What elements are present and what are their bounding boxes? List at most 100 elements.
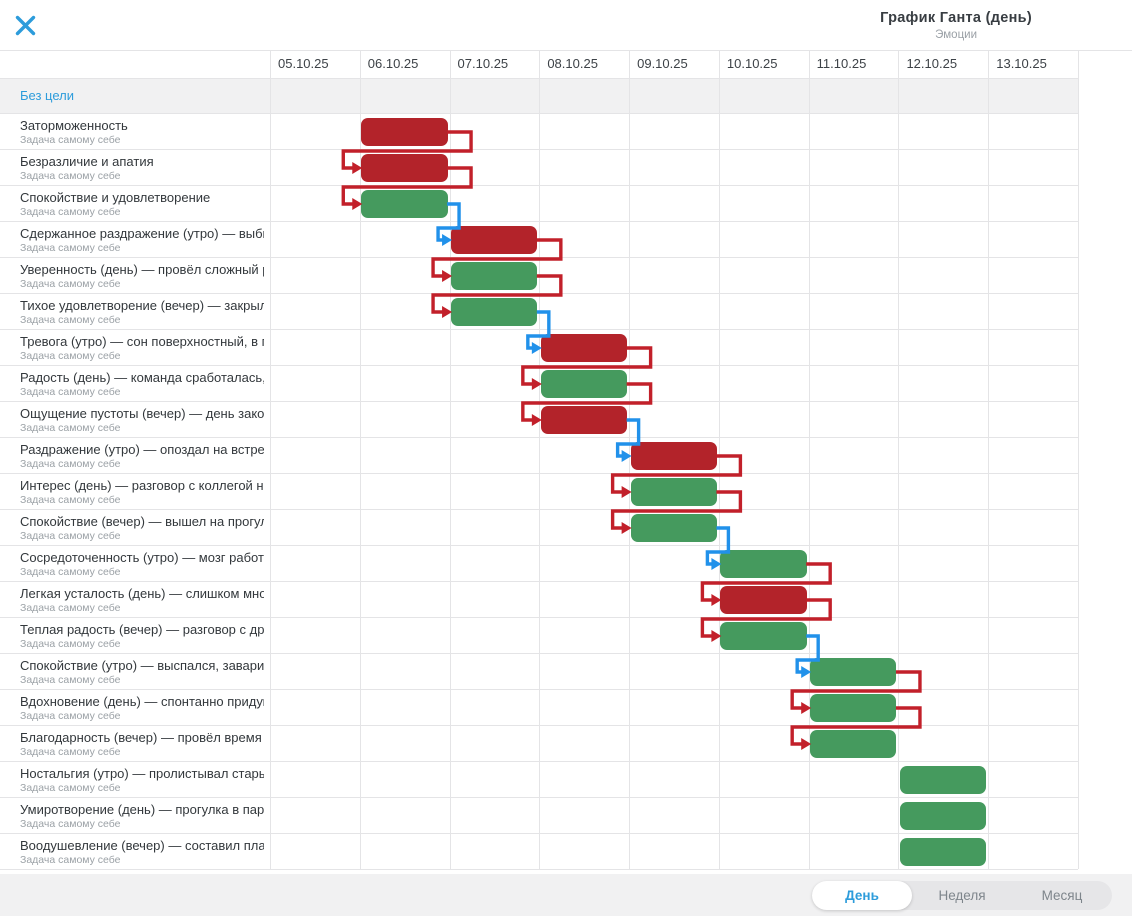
grid-row-line — [0, 78, 1078, 79]
gantt-bar[interactable] — [541, 334, 627, 362]
grid-column-line — [898, 50, 899, 869]
view-tab-day[interactable]: День — [812, 881, 912, 910]
gantt-bar[interactable] — [810, 658, 896, 686]
close-button[interactable] — [13, 13, 38, 38]
grid-row-line — [0, 221, 1078, 222]
grid-row-line — [0, 869, 1078, 870]
gantt-app: Без цели График Ганта (день) Эмоции День… — [0, 0, 1132, 916]
task-subtitle: Задача самому себе — [20, 710, 121, 722]
task-subtitle: Задача самому себе — [20, 602, 121, 614]
task-title: Безразличие и апатия — [20, 154, 154, 169]
gantt-bar[interactable] — [361, 154, 447, 182]
task-title: Тревога (утро) — сон поверхностный, в го… — [20, 334, 264, 349]
title-block: График Ганта (день) Эмоции — [880, 10, 1032, 41]
gantt-bar[interactable] — [631, 478, 717, 506]
date-column-header: 13.10.25 — [996, 50, 1047, 78]
task-subtitle: Задача самому себе — [20, 638, 121, 650]
task-title: Воодушевление (вечер) — составил план на… — [20, 838, 264, 853]
task-subtitle: Задача самому себе — [20, 314, 121, 326]
task-title: Спокойствие и удовлетворение — [20, 190, 210, 205]
gantt-bar[interactable] — [631, 442, 717, 470]
grid-row-line — [0, 581, 1078, 582]
task-title: Сдержанное раздражение (утро) — выбило .… — [20, 226, 264, 241]
grid-row-line — [0, 185, 1078, 186]
task-title: Сосредоточенность (утро) — мозг работает… — [20, 550, 264, 565]
page-subtitle: Эмоции — [880, 29, 1032, 41]
gantt-bar[interactable] — [810, 730, 896, 758]
grid-row-line — [0, 509, 1078, 510]
date-column-header: 12.10.25 — [906, 50, 957, 78]
task-title: Благодарность (вечер) — провёл время с с… — [20, 730, 264, 745]
task-subtitle: Задача самому себе — [20, 170, 121, 182]
task-title: Теплая радость (вечер) — разговор с друг… — [20, 622, 264, 637]
task-title: Тихое удовлетворение (вечер) — закрыл за… — [20, 298, 264, 313]
grid-row-line — [0, 761, 1078, 762]
gantt-bar[interactable] — [361, 118, 447, 146]
gantt-bar[interactable] — [451, 298, 537, 326]
date-column-header: 11.10.25 — [817, 50, 867, 78]
grid-row-line — [0, 653, 1078, 654]
grid-row-line — [0, 437, 1078, 438]
grid-column-line — [450, 50, 451, 869]
grid-row-line — [0, 401, 1078, 402]
grid-row-line — [0, 257, 1078, 258]
gantt-bar[interactable] — [900, 766, 986, 794]
task-subtitle: Задача самому себе — [20, 782, 121, 794]
grid-row-line — [0, 473, 1078, 474]
page-title: График Ганта (день) — [880, 10, 1032, 26]
date-column-header: 06.10.25 — [368, 50, 419, 78]
task-subtitle: Задача самому себе — [20, 530, 121, 542]
task-subtitle: Задача самому себе — [20, 566, 121, 578]
task-subtitle: Задача самому себе — [20, 818, 121, 830]
task-subtitle: Задача самому себе — [20, 674, 121, 686]
task-title: Спокойствие (вечер) — вышел на прогулку … — [20, 514, 264, 529]
grid-column-line — [1078, 50, 1079, 869]
close-icon — [13, 13, 38, 38]
gantt-bar[interactable] — [361, 190, 447, 218]
task-subtitle: Задача самому себе — [20, 854, 121, 866]
task-subtitle: Задача самому себе — [20, 746, 121, 758]
top-bar: График Ганта (день) Эмоции — [0, 0, 1132, 50]
grid-column-line — [270, 50, 271, 869]
date-column-header: 10.10.25 — [727, 50, 778, 78]
grid-row-line — [0, 833, 1078, 834]
task-title: Спокойствие (утро) — выспался, заварил к… — [20, 658, 264, 673]
gantt-bar[interactable] — [451, 226, 537, 254]
gantt-bar[interactable] — [541, 370, 627, 398]
gantt-bar[interactable] — [720, 622, 806, 650]
date-column-header: 07.10.25 — [458, 50, 509, 78]
task-subtitle: Задача самому себе — [20, 278, 121, 290]
task-title: Легкая усталость (день) — слишком много … — [20, 586, 264, 601]
gantt-bar[interactable] — [631, 514, 717, 542]
grid-row-line — [0, 545, 1078, 546]
grid-row-line — [0, 293, 1078, 294]
grid-row-line — [0, 725, 1078, 726]
view-switcher: ДеньНеделяМесяц — [812, 881, 1112, 910]
grid-row-line — [0, 329, 1078, 330]
view-tab-month[interactable]: Месяц — [1012, 881, 1112, 910]
task-title: Ностальгия (утро) — пролистывал старые ф… — [20, 766, 264, 781]
gantt-bar[interactable] — [720, 550, 806, 578]
task-title: Раздражение (утро) — опоздал на встречу … — [20, 442, 264, 457]
task-subtitle: Задача самому себе — [20, 134, 121, 146]
grid-column-line — [988, 50, 989, 869]
task-subtitle: Задача самому себе — [20, 458, 121, 470]
grid-row-line — [0, 113, 1078, 114]
grid-row-line — [0, 365, 1078, 366]
gantt-bar[interactable] — [451, 262, 537, 290]
task-subtitle: Задача самому себе — [20, 386, 121, 398]
gantt-bar[interactable] — [810, 694, 896, 722]
grid-row-line — [0, 149, 1078, 150]
task-title: Умиротворение (день) — прогулка в парке,… — [20, 802, 264, 817]
task-title: Заторможенность — [20, 118, 128, 133]
gantt-bar[interactable] — [900, 802, 986, 830]
gantt-bar[interactable] — [900, 838, 986, 866]
gantt-bar[interactable] — [541, 406, 627, 434]
task-subtitle: Задача самому себе — [20, 422, 121, 434]
group-label[interactable]: Без цели — [20, 88, 74, 103]
gantt-bar[interactable] — [720, 586, 806, 614]
task-subtitle: Задача самому себе — [20, 206, 121, 218]
grid-column-line — [719, 50, 720, 869]
view-tab-week[interactable]: Неделя — [912, 881, 1012, 910]
grid-column-line — [539, 50, 540, 869]
